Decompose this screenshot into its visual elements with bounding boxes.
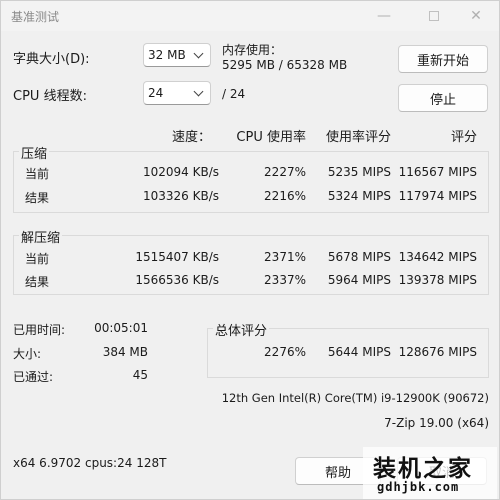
- column-rating: 评分: [450, 130, 477, 145]
- decompress-current-usage: 5678 MIPS: [327, 250, 391, 264]
- compress-current-label: 当前: [25, 167, 50, 181]
- compress-current-cpu: 2227%: [264, 165, 306, 179]
- benchmark-window: 基准测试 — ✕ 字典大小(D): 32 MB CPU 线程数: 24 / 24…: [0, 0, 500, 500]
- total-rating: 128676 MIPS: [398, 345, 477, 359]
- elapsed-time-value: 00:05:01: [94, 321, 148, 335]
- compress-current-usage: 5235 MIPS: [327, 165, 391, 179]
- compress-current-rating: 116567 MIPS: [398, 165, 477, 179]
- dict-size-value: 32 MB: [148, 48, 186, 62]
- decompress-result-usage: 5964 MIPS: [327, 273, 391, 287]
- minimize-icon: —: [377, 8, 391, 24]
- decompress-result-cpu: 2337%: [264, 273, 306, 287]
- maximize-icon: [429, 11, 439, 21]
- restart-button[interactable]: 重新开始: [398, 45, 488, 73]
- cpu-threads-label: CPU 线程数:: [13, 89, 87, 104]
- passes-value: 45: [132, 368, 148, 382]
- cpu-name: 12th Gen Intel(R) Core(TM) i9-12900K (90…: [221, 391, 489, 405]
- total-cpu: 2276%: [264, 345, 306, 359]
- compress-group-title: 压缩: [19, 143, 50, 162]
- decompress-current-rating: 134642 MIPS: [398, 250, 477, 264]
- decompress-current-speed: 1515407 KB/s: [135, 250, 219, 264]
- memory-usage-label: 内存使用：: [222, 43, 283, 57]
- column-usage-rating: 使用率评分: [325, 130, 391, 145]
- decompress-group-title: 解压缩: [19, 227, 63, 246]
- decompress-current-label: 当前: [25, 252, 50, 266]
- close-button[interactable]: ✕: [453, 1, 499, 31]
- minimize-button[interactable]: —: [361, 1, 407, 31]
- compress-result-speed: 103326 KB/s: [142, 189, 219, 203]
- arch-info: x64 6.9702 cpus:24 128T: [13, 456, 167, 470]
- total-usage: 5644 MIPS: [327, 345, 391, 359]
- elapsed-time-label: 已用时间:: [13, 323, 66, 337]
- cpu-threads-select[interactable]: 24: [143, 81, 211, 105]
- size-value: 384 MB: [102, 345, 148, 359]
- memory-usage-value: 5295 MB / 65328 MB: [222, 58, 348, 72]
- size-label: 大小:: [13, 347, 42, 361]
- maximize-button[interactable]: [411, 1, 457, 31]
- cpu-threads-total: / 24: [222, 87, 246, 101]
- window-title: 基准测试: [11, 10, 60, 24]
- total-rating-title: 总体评分: [213, 320, 270, 339]
- compress-result-cpu: 2216%: [264, 189, 306, 203]
- decompress-result-rating: 139378 MIPS: [398, 273, 477, 287]
- decompress-result-label: 结果: [25, 275, 50, 289]
- title-bar: 基准测试 — ✕: [1, 1, 499, 31]
- decompress-current-cpu: 2371%: [264, 250, 306, 264]
- chevron-down-icon: [193, 86, 204, 97]
- chevron-down-icon: [193, 48, 204, 59]
- watermark-text: 装机之家: [373, 456, 473, 482]
- passes-label: 已通过:: [13, 370, 54, 384]
- compress-result-label: 结果: [25, 191, 50, 205]
- app-version: 7-Zip 19.00 (x64): [384, 416, 489, 430]
- cpu-threads-value: 24: [148, 86, 164, 100]
- decompress-result-speed: 1566536 KB/s: [135, 273, 219, 287]
- dict-size-label: 字典大小(D):: [13, 52, 90, 67]
- stop-button[interactable]: 停止: [398, 84, 488, 112]
- compress-result-rating: 117974 MIPS: [398, 189, 477, 203]
- compress-result-usage: 5324 MIPS: [327, 189, 391, 203]
- watermark-url: gdhjbk.com: [377, 480, 460, 494]
- compress-current-speed: 102094 KB/s: [142, 165, 219, 179]
- dict-size-select[interactable]: 32 MB: [143, 43, 211, 67]
- compress-group: [13, 151, 489, 213]
- close-icon: ✕: [470, 8, 482, 24]
- column-cpu-usage: CPU 使用率: [236, 130, 306, 145]
- column-speed: 速度：: [171, 130, 211, 145]
